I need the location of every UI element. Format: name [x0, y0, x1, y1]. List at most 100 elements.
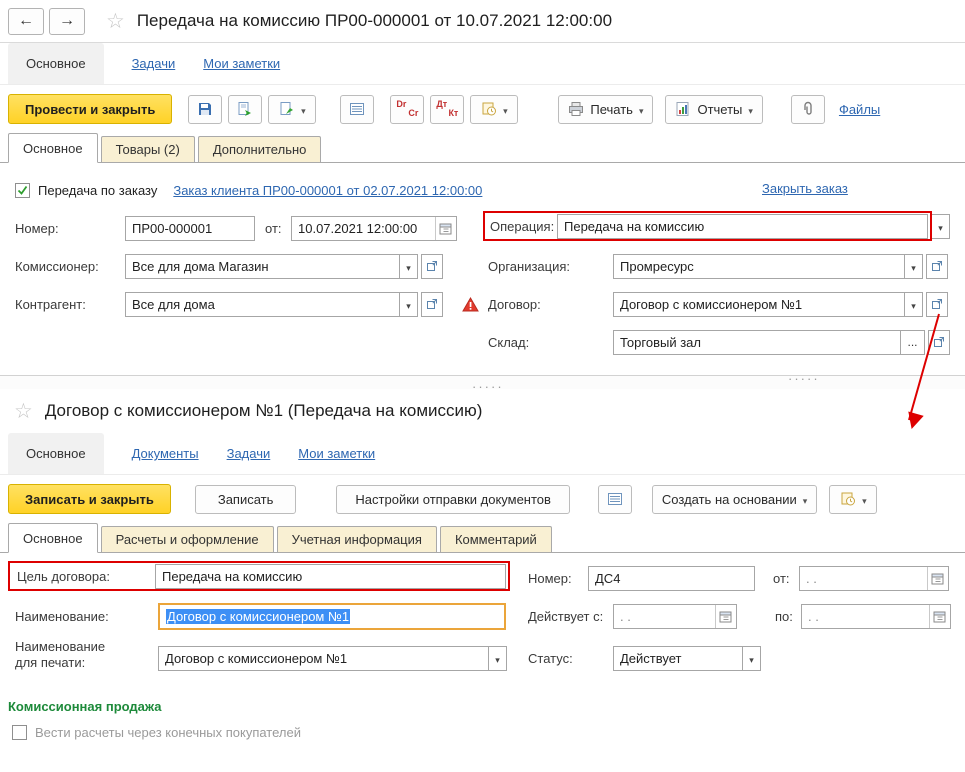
date-input[interactable]: 10.07.2021 12:00:00	[291, 215, 457, 241]
open-in-new-icon	[934, 337, 944, 347]
dropdown-caret-icon	[301, 102, 306, 117]
chevron-down-icon	[406, 297, 411, 312]
status-input[interactable]: Действует	[613, 645, 743, 671]
organization-open-button[interactable]	[926, 253, 948, 279]
create-based-on-button[interactable]	[268, 94, 317, 124]
open-in-new-icon	[932, 299, 942, 309]
counterparty-dropdown-button[interactable]	[400, 291, 418, 317]
warehouse-choose-button[interactable]: ...	[901, 329, 925, 355]
close-order-link[interactable]: Закрыть заказ	[762, 181, 848, 196]
calendar-button[interactable]	[715, 604, 735, 628]
valid-to-input[interactable]: . .	[801, 603, 951, 629]
nav-item-tasks[interactable]: Задачи	[132, 43, 176, 84]
tab-settlements[interactable]: Расчеты и оформление	[100, 526, 274, 552]
status-dropdown-button[interactable]	[743, 645, 761, 671]
send-settings-button[interactable]: Настройки отправки документов	[336, 484, 570, 514]
save-and-close-button[interactable]: Записать и закрыть	[8, 484, 171, 514]
customer-order-link[interactable]: Заказ клиента ПР00-000001 от 02.07.2021 …	[173, 183, 482, 198]
name-input[interactable]: Договор с комиссионером №1	[158, 602, 506, 630]
history-menu-button[interactable]	[470, 94, 519, 124]
tab-additional[interactable]: Дополнительно	[197, 136, 322, 162]
warehouse-label: Склад:	[488, 334, 530, 350]
window2-section-nav: Основное Документы Задачи Мои заметки	[0, 433, 965, 475]
save-button[interactable]	[188, 94, 223, 124]
tab-main[interactable]: Основное	[8, 523, 98, 553]
status-label: Статус:	[528, 650, 573, 666]
back-button[interactable]	[8, 7, 44, 35]
calendar-button[interactable]	[435, 216, 455, 240]
forward-button[interactable]	[49, 7, 85, 35]
number-label: Номер:	[15, 220, 59, 236]
nav-item-tasks[interactable]: Задачи	[227, 433, 271, 474]
contract-open-button[interactable]	[926, 291, 948, 317]
reports-button[interactable]: Отчеты	[665, 94, 763, 124]
drcr-icon: Dr Cr	[396, 99, 419, 118]
history-menu-button[interactable]	[829, 484, 878, 514]
window1-titlebar: Передача на комиссию ПР00-000001 от 10.0…	[0, 0, 965, 42]
forward-icon	[59, 12, 75, 30]
counterparty-input[interactable]: Все для дома	[125, 291, 400, 317]
chevron-down-icon	[749, 651, 754, 666]
nav-item-main[interactable]: Основное	[8, 433, 104, 474]
operation-highlight: Операция: Передача на комиссию	[483, 211, 932, 241]
number-input[interactable]: ПР00-000001	[125, 215, 255, 241]
order-checkbox[interactable]	[15, 182, 30, 198]
post-and-close-button[interactable]: Провести и закрыть	[8, 94, 173, 124]
operation-input[interactable]: Передача на комиссию	[557, 213, 928, 239]
valid-from-input[interactable]: . .	[613, 603, 737, 629]
dropdown-caret-icon	[639, 102, 644, 117]
warehouse-input[interactable]: Торговый зал	[613, 329, 901, 355]
nav-item-notes[interactable]: Мои заметки	[298, 433, 375, 474]
contract-input[interactable]: Договор с комиссионером №1	[613, 291, 905, 317]
print-button[interactable]: Печать	[558, 94, 654, 124]
organization-dropdown-button[interactable]	[905, 253, 923, 279]
create-based-on-button[interactable]: Создать на основании	[651, 484, 818, 514]
postings-dtkt-button[interactable]: Дт Кт	[430, 94, 465, 124]
post-button[interactable]	[228, 94, 263, 124]
print-name-input[interactable]: Договор с комиссионером №1	[158, 645, 489, 671]
attachments-button[interactable]	[790, 94, 825, 124]
organization-input[interactable]: Промресурс	[613, 253, 905, 279]
window2-tabstrip: Основное Расчеты и оформление Учетная ин…	[0, 523, 965, 553]
warning-icon	[462, 296, 479, 312]
commissioner-dropdown-button[interactable]	[400, 253, 418, 279]
printer-icon	[569, 102, 584, 116]
contract-dropdown-button[interactable]	[905, 291, 923, 317]
tab-accounting-info[interactable]: Учетная информация	[276, 526, 437, 552]
tab-main[interactable]: Основное	[8, 133, 98, 163]
counterparty-open-button[interactable]	[421, 291, 443, 317]
window-splitter[interactable]	[0, 375, 965, 389]
calendar-icon	[933, 611, 946, 622]
save-button[interactable]: Записать	[194, 484, 297, 514]
postings-drcr-button[interactable]: Dr Cr	[390, 94, 425, 124]
operation-dropdown-button[interactable]	[932, 213, 950, 239]
contract-number-label: Номер:	[528, 570, 572, 586]
document-movements-button[interactable]	[597, 484, 632, 514]
nav-item-notes[interactable]: Мои заметки	[203, 43, 280, 84]
settlements-checkbox[interactable]	[12, 724, 27, 740]
splitter-handle[interactable]	[788, 374, 820, 384]
contract-from-input[interactable]: . .	[799, 565, 949, 591]
purpose-label: Цель договора:	[17, 568, 110, 584]
commissioner-open-button[interactable]	[421, 253, 443, 279]
register-list-icon	[350, 103, 365, 115]
favorite-star-icon[interactable]	[14, 401, 33, 422]
tab-goods[interactable]: Товары (2)	[100, 136, 195, 162]
tab-comment[interactable]: Комментарий	[439, 526, 552, 552]
warehouse-open-button[interactable]	[928, 329, 950, 355]
contract-title: Договор с комиссионером №1 (Передача на …	[44, 401, 483, 420]
contract-number-input[interactable]: ДС4	[588, 565, 755, 591]
history-clock-icon	[841, 492, 856, 506]
print-name-dropdown-button[interactable]	[489, 645, 507, 671]
favorite-star-icon[interactable]	[106, 11, 125, 32]
splitter-handle[interactable]	[472, 382, 504, 392]
files-link[interactable]: Файлы	[839, 102, 880, 117]
nav-item-main[interactable]: Основное	[8, 43, 104, 84]
commissioner-input[interactable]: Все для дома Магазин	[125, 253, 400, 279]
calendar-button[interactable]	[927, 566, 947, 590]
calendar-button[interactable]	[929, 604, 949, 628]
nav-item-documents[interactable]: Документы	[132, 433, 199, 474]
name-label: Наименование:	[15, 608, 109, 624]
purpose-input[interactable]: Передача на комиссию	[155, 563, 506, 589]
document-movements-button[interactable]	[340, 94, 375, 124]
